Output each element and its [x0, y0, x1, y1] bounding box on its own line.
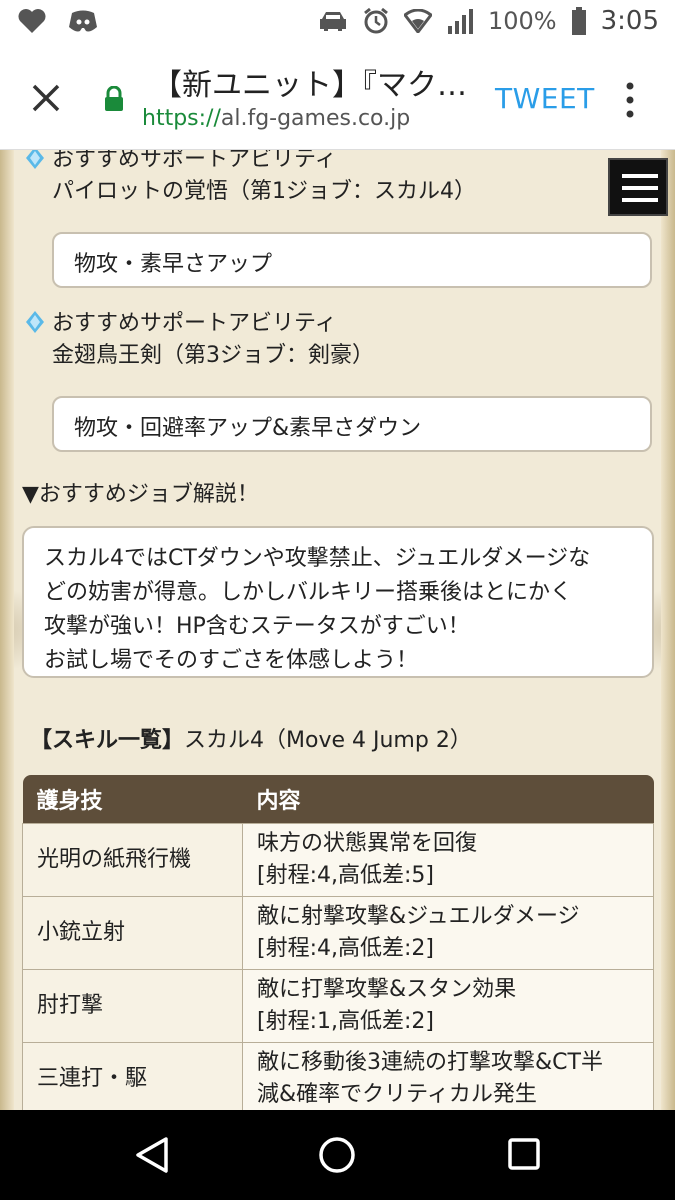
wifi-icon [403, 9, 432, 33]
skill-name: 三連打・駆 [22, 1042, 243, 1110]
menu-line [622, 174, 658, 178]
table-header-row: 護身技 内容 [22, 775, 654, 824]
column-header: 内容 [242, 775, 654, 824]
back-icon[interactable] [134, 1136, 170, 1174]
table-row: 小銃立射 敵に射撃攻撃&ジュエルダメージ [射程:4,高低差:2] [22, 896, 654, 970]
skill-content: 味方の状態異常を回復 [射程:4,高低差:5] [242, 823, 654, 897]
lock-icon [105, 86, 123, 111]
close-icon[interactable] [24, 76, 68, 120]
heart-icon [18, 9, 46, 34]
ability-name: 金翅鳥王剣（第3ジョブ：剣豪） [52, 343, 374, 368]
skill-content-line: [射程:1,高低差:2] [257, 1009, 434, 1034]
android-nav-bar [0, 1110, 675, 1200]
page-content: おすすめサポートアビリティ パイロットの覚悟（第1ジョブ：スカル4） 物攻・素早… [0, 150, 675, 1110]
skill-list-subtitle: スカル4（Move 4 Jump 2） [184, 728, 472, 753]
menu-line [622, 186, 658, 190]
column-header: 護身技 [22, 775, 243, 824]
menu-line [622, 198, 658, 202]
frame-border-right [661, 150, 675, 1110]
support-ability-1: おすすめサポートアビリティ パイロットの覚悟（第1ジョブ：スカル4） [26, 150, 476, 208]
skill-name: 肘打撃 [22, 969, 243, 1043]
gem-icon [26, 150, 44, 169]
ability-effect-box: 物攻・回避率アップ&素早さダウン [52, 396, 652, 452]
skill-content-line: [射程:4,高低差:2] [257, 936, 434, 961]
skill-content: 敵に移動後3連続の打撃攻撃&CT半 減&確率でクリティカル発生 [242, 1042, 654, 1110]
skill-content-line: 敵に打撃攻撃&スタン効果 [257, 977, 517, 1002]
skill-content-line: 敵に射撃攻撃&ジュエルダメージ [257, 904, 580, 929]
tweet-button[interactable]: TWEET [495, 82, 595, 115]
skill-name: 光明の紙飛行機 [22, 823, 243, 897]
url-host: al.fg-games.co.jp [220, 106, 411, 131]
car-icon [319, 12, 346, 31]
support-ability-2: おすすめサポートアビリティ 金翅鳥王剣（第3ジョブ：剣豪） [26, 308, 374, 372]
recents-icon[interactable] [507, 1137, 541, 1171]
ability-name: パイロットの覚悟（第1ジョブ：スカル4） [52, 179, 476, 204]
clock: 3:05 [600, 6, 659, 36]
page-title: 【新ユニット】『マク… [152, 68, 467, 103]
frame-border-left [0, 150, 14, 1110]
skill-content-line: 味方の状態異常を回復 [257, 831, 478, 856]
job-heading: ▼おすすめジョブ解説！ [22, 482, 259, 507]
skill-list-title: 【スキル一覧】スカル4（Move 4 Jump 2） [30, 722, 472, 754]
url-scheme: https:// [142, 106, 221, 131]
hamburger-menu-button[interactable] [608, 158, 668, 216]
skill-content: 敵に打撃攻撃&スタン効果 [射程:1,高低差:2] [242, 969, 654, 1043]
battery-icon [571, 7, 586, 35]
ability-label: おすすめサポートアビリティ [52, 311, 337, 336]
skill-content: 敵に射撃攻撃&ジュエルダメージ [射程:4,高低差:2] [242, 896, 654, 970]
gem-icon [26, 311, 44, 333]
discord-icon [69, 10, 97, 32]
job-description-box: スカル4ではCTダウンや攻撃禁止、ジュエルダメージな どの妨害が得意。しかしバル… [22, 526, 654, 678]
description-line: スカル4ではCTダウンや攻撃禁止、ジュエルダメージな [44, 546, 591, 571]
table-row: 光明の紙飛行機 味方の状態異常を回復 [射程:4,高低差:5] [22, 823, 654, 897]
skill-content-line: 減&確率でクリティカル発生 [257, 1082, 537, 1107]
table-row: 三連打・駆 敵に移動後3連続の打撃攻撃&CT半 減&確率でクリティカル発生 [22, 1042, 654, 1110]
alarm-icon [364, 7, 388, 34]
skill-name: 小銃立射 [22, 896, 243, 970]
description-line: どの妨害が得意。しかしバルキリー搭乗後はとにかく [44, 580, 573, 605]
status-bar: 100% 3:05 [0, 0, 675, 48]
ability-label: おすすめサポートアビリティ [52, 150, 337, 172]
home-icon[interactable] [318, 1136, 356, 1174]
signal-icon [447, 9, 473, 34]
skill-content-line: [射程:4,高低差:5] [257, 863, 434, 888]
skill-list-bracket-title: 【スキル一覧】 [30, 728, 185, 753]
more-options-icon[interactable] [620, 80, 640, 120]
description-line: 攻撃が強い！HP含むステータスがすごい！ [44, 614, 470, 639]
url-bar[interactable]: https://al.fg-games.co.jp [142, 106, 410, 131]
table-row: 肘打撃 敵に打撃攻撃&スタン効果 [射程:1,高低差:2] [22, 969, 654, 1043]
description-line: お試し場でそのすごさを体感しよう！ [44, 648, 419, 673]
ability-effect-box: 物攻・素早さアップ [52, 232, 652, 288]
browser-toolbar: 【新ユニット】『マク… https://al.fg-games.co.jp TW… [0, 48, 675, 150]
skill-content-line: 敵に移動後3連続の打撃攻撃&CT半 [257, 1050, 603, 1075]
battery-percent: 100% [487, 7, 557, 35]
skills-table: 護身技 内容 光明の紙飛行機 味方の状態異常を回復 [射程:4,高低差:5] 小銃… [22, 775, 654, 1110]
